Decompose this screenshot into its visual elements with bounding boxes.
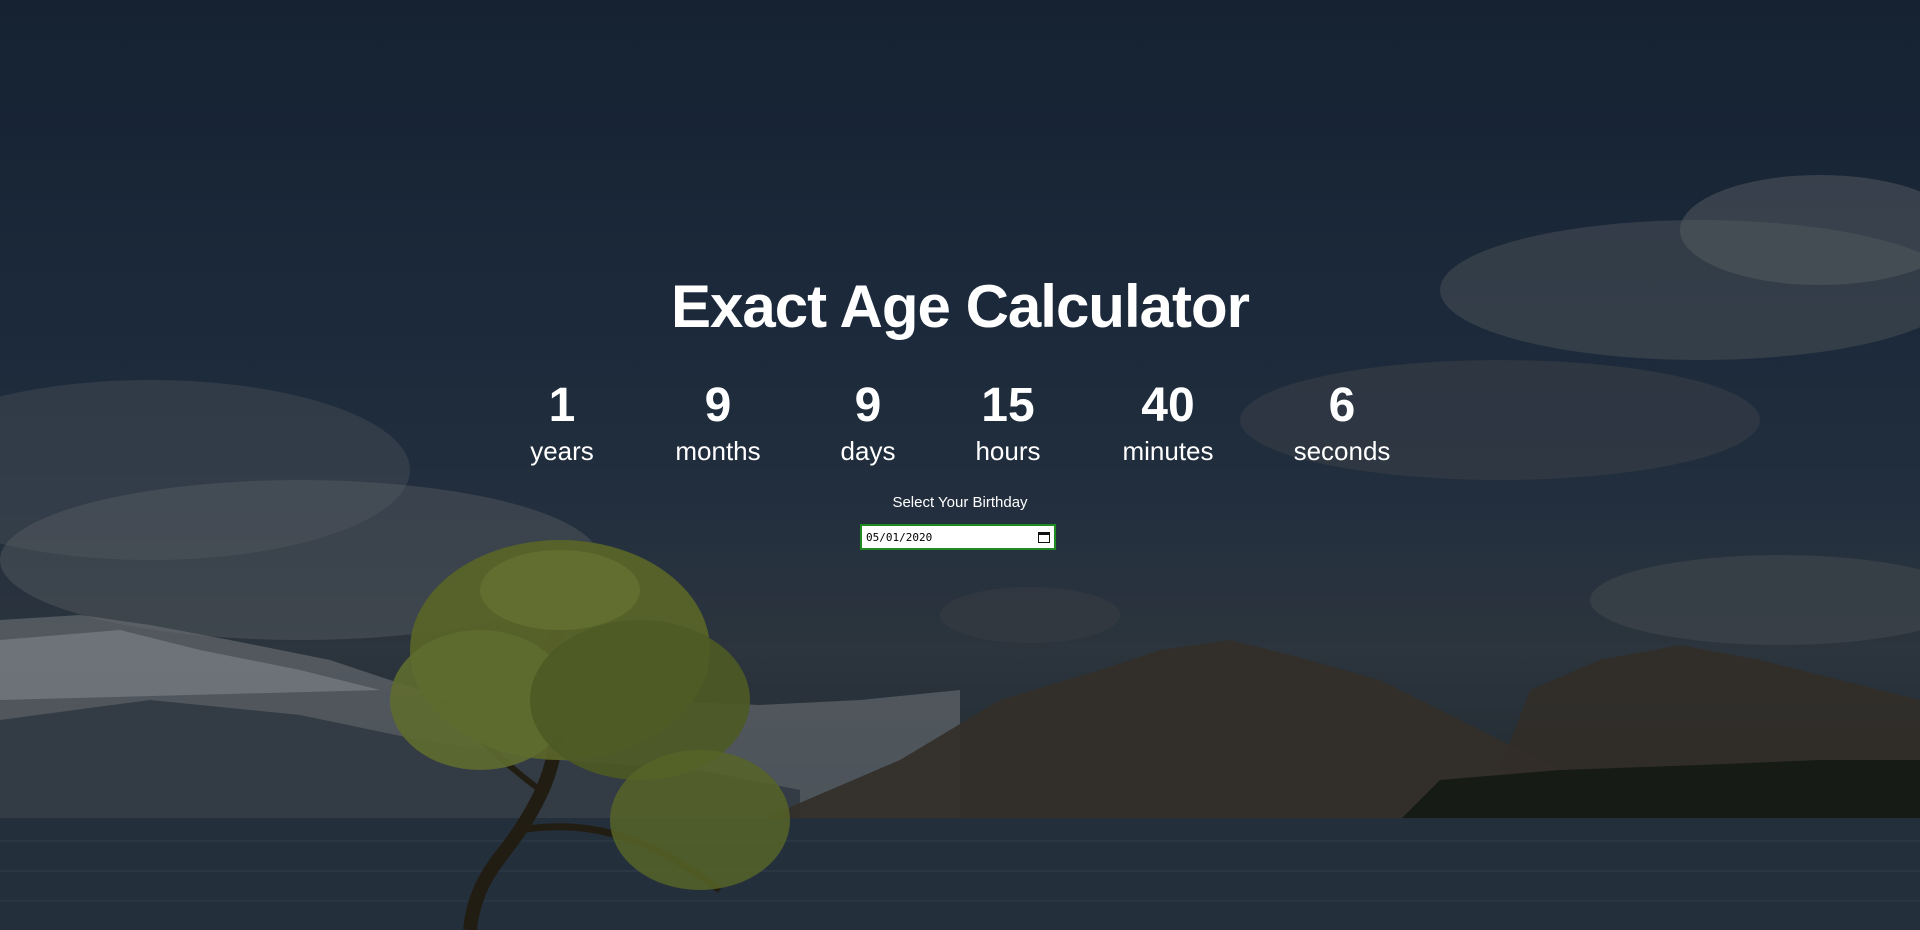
hours-value: 15 xyxy=(981,379,1035,432)
page-title: Exact Age Calculator xyxy=(671,273,1250,340)
birthday-date-input[interactable]: 05/01/2020 xyxy=(860,524,1056,550)
birthday-picker-label: Select Your Birthday xyxy=(892,494,1028,511)
minutes-label: minutes xyxy=(1122,436,1214,466)
years-value: 1 xyxy=(548,379,576,432)
age-unit-years: 1 years xyxy=(477,378,647,468)
age-unit-minutes: 40 minutes xyxy=(1083,378,1253,468)
age-unit-months: 9 months xyxy=(633,378,803,468)
hours-label: hours xyxy=(975,436,1041,466)
seconds-value: 6 xyxy=(1328,379,1356,432)
seconds-label: seconds xyxy=(1293,436,1391,466)
years-label: years xyxy=(530,436,594,466)
minutes-value: 40 xyxy=(1141,379,1195,432)
birthday-date-value: 05/01/2020 xyxy=(866,530,933,544)
age-unit-hours: 15 hours xyxy=(923,378,1093,468)
months-label: months xyxy=(675,436,761,466)
page: Exact Age Calculator 1 years 9 months 9 … xyxy=(0,0,1920,930)
age-unit-seconds: 6 seconds xyxy=(1257,378,1427,468)
months-value: 9 xyxy=(704,379,732,432)
calendar-icon[interactable] xyxy=(1038,531,1050,543)
